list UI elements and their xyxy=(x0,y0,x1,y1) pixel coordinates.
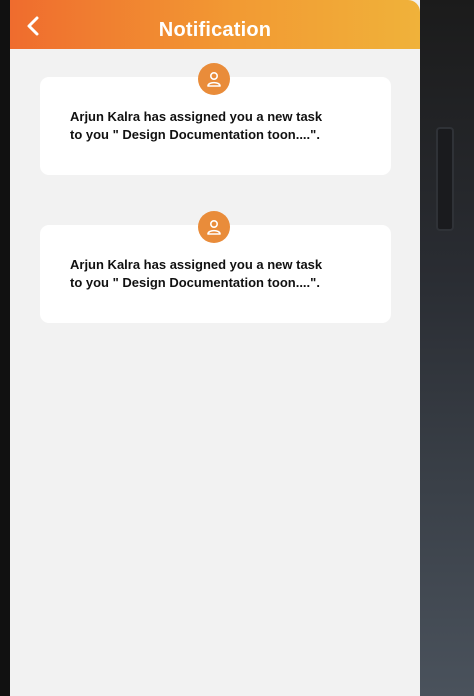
device-side xyxy=(420,0,474,696)
avatar xyxy=(198,63,230,95)
avatar xyxy=(198,211,230,243)
page-title: Notification xyxy=(158,19,272,41)
user-icon xyxy=(207,71,221,87)
side-button xyxy=(436,127,454,231)
device-frame: Notification Arjun Kalra has assigned yo… xyxy=(0,0,474,696)
notification-screen: Notification Arjun Kalra has assigned yo… xyxy=(10,0,420,696)
notification-card[interactable]: Arjun Kalra has assigned you a new task … xyxy=(40,63,391,175)
user-icon xyxy=(207,219,221,235)
app-header: Notification xyxy=(10,0,420,49)
notification-card[interactable]: Arjun Kalra has assigned you a new task … xyxy=(40,211,391,323)
notification-message: Arjun Kalra has assigned you a new task … xyxy=(70,257,323,290)
notification-message: Arjun Kalra has assigned you a new task … xyxy=(70,109,323,142)
